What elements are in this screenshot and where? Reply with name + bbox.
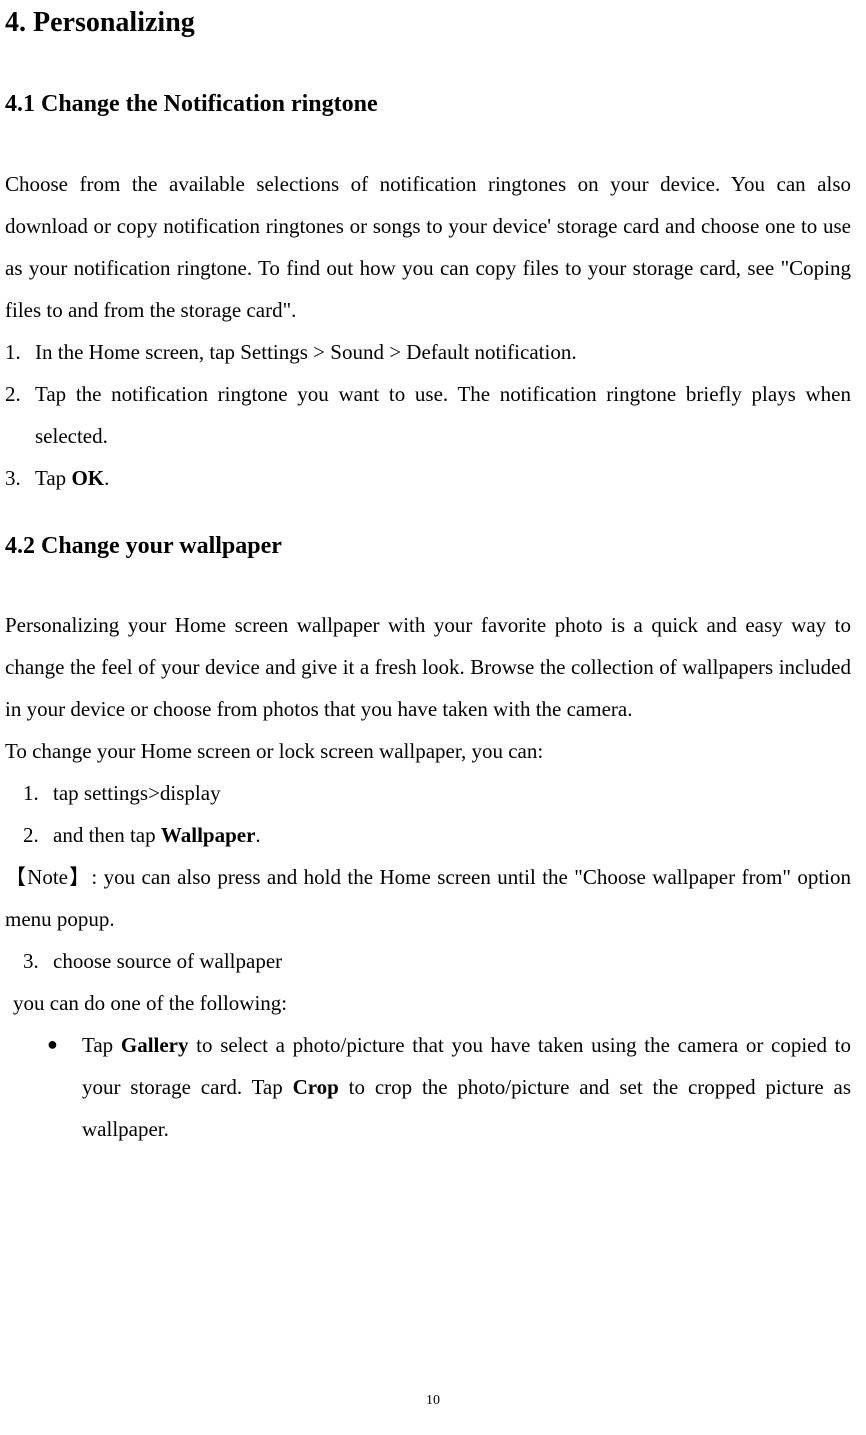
ordered-list-item: 2. Tap the notification ringtone you wan… xyxy=(5,373,851,457)
text-span: . xyxy=(104,466,109,490)
list-text: Tap OK. xyxy=(35,457,851,499)
list-number: 2. xyxy=(23,814,53,856)
text-span: . xyxy=(255,823,260,847)
list-number: 2. xyxy=(5,373,35,457)
list-number: 3. xyxy=(23,940,53,982)
ordered-list-item: 1. In the Home screen, tap Settings > So… xyxy=(5,331,851,373)
paragraph-following: you can do one of the following: xyxy=(5,982,851,1024)
bullet-list-item: ● Tap Gallery to select a photo/picture … xyxy=(5,1024,851,1150)
list-text: choose source of wallpaper xyxy=(53,940,851,982)
list-text: and then tap Wallpaper. xyxy=(53,814,851,856)
bullet-text: Tap Gallery to select a photo/picture th… xyxy=(82,1024,851,1150)
page-number: 10 xyxy=(0,1393,866,1409)
paragraph-intro-4-2: Personalizing your Home screen wallpaper… xyxy=(5,604,851,730)
list-number: 1. xyxy=(5,331,35,373)
heading-1: 4. Personalizing xyxy=(5,5,851,41)
list-text: tap settings>display xyxy=(53,772,851,814)
bold-text: OK xyxy=(71,466,104,490)
bold-text: Gallery xyxy=(121,1033,189,1057)
list-text: In the Home screen, tap Settings > Sound… xyxy=(35,331,851,373)
text-span: Tap xyxy=(82,1033,121,1057)
ordered-list-item: 2. and then tap Wallpaper. xyxy=(5,814,851,856)
text-span: and then tap xyxy=(53,823,161,847)
paragraph-lead: To change your Home screen or lock scree… xyxy=(5,730,851,772)
heading-section-4-1: 4.1 Change the Notification ringtone xyxy=(5,89,851,120)
bullet-marker-icon: ● xyxy=(47,1024,82,1150)
heading-section-4-2: 4.2 Change your wallpaper xyxy=(5,531,851,562)
document-page: 4. Personalizing 4.1 Change the Notifica… xyxy=(0,0,866,1150)
list-text: Tap the notification ringtone you want t… xyxy=(35,373,851,457)
ordered-list-item: 1. tap settings>display xyxy=(5,772,851,814)
bold-text: Crop xyxy=(293,1075,339,1099)
paragraph-intro-4-1: Choose from the available selections of … xyxy=(5,163,851,331)
ordered-list-item: 3. choose source of wallpaper xyxy=(5,940,851,982)
bold-text: Wallpaper xyxy=(161,823,256,847)
ordered-list-item: 3. Tap OK. xyxy=(5,457,851,499)
text-span: Tap xyxy=(35,466,71,490)
list-number: 3. xyxy=(5,457,35,499)
list-number: 1. xyxy=(23,772,53,814)
note-paragraph: 【Note】: you can also press and hold the … xyxy=(5,856,851,940)
